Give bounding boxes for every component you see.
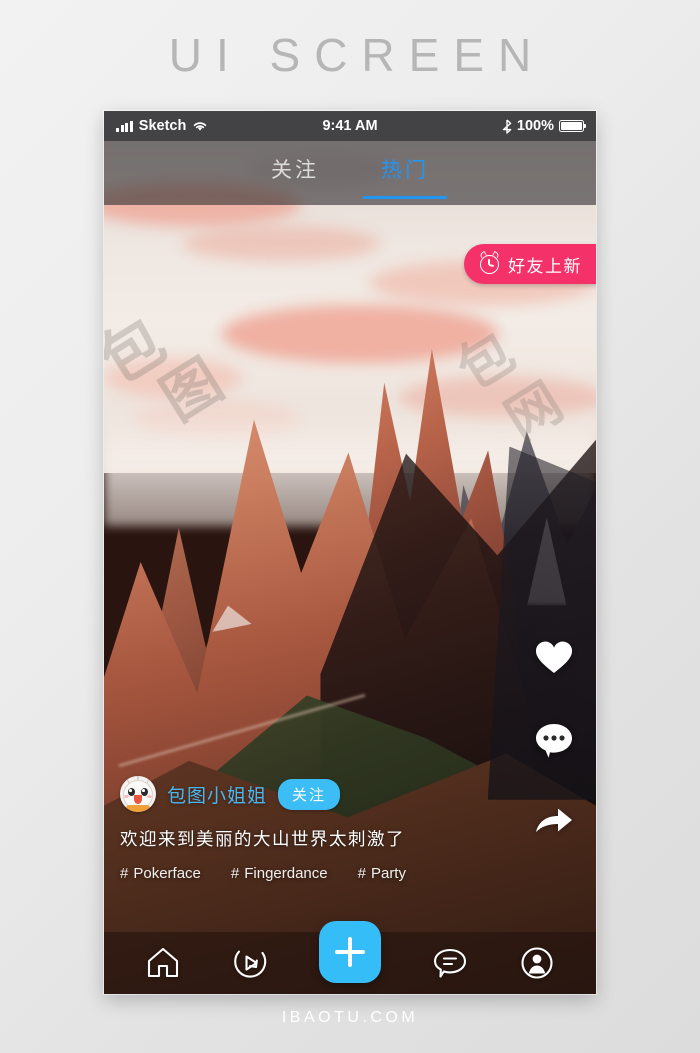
post-caption: 欢迎来到美丽的大山世界太刺激了 xyxy=(120,829,405,849)
home-icon[interactable] xyxy=(146,947,180,979)
hash-symbol: # xyxy=(230,865,240,882)
action-rail xyxy=(534,641,574,839)
cloud xyxy=(222,305,498,363)
create-post-button[interactable] xyxy=(318,921,381,983)
share-arrow-icon[interactable] xyxy=(534,807,574,839)
app-screen: 包 图 包 网 Sketch 9:41 AM 100% 关注 热门 好友上新 包… xyxy=(104,111,596,994)
page-title: UI SCREEN xyxy=(168,29,546,81)
friend-update-badge[interactable]: 好友上新 xyxy=(464,244,596,284)
post-info: 包图小姐姐 关注 欢迎来到美丽的大山世界太刺激了 # Pokerface # Fin… xyxy=(120,776,506,882)
friend-update-label: 好友上新 xyxy=(508,256,582,276)
cloud xyxy=(104,358,242,398)
battery-full-icon xyxy=(559,120,587,132)
username-label[interactable]: 包图小姐姐 xyxy=(167,781,267,808)
user-row: 包图小姐姐 关注 xyxy=(120,776,506,812)
hashtag-label: Party xyxy=(370,865,406,882)
hashtag-item[interactable]: # Fingerdance xyxy=(231,865,328,882)
hash-symbol: # xyxy=(357,865,366,882)
site-footer: IBAOTU.COM xyxy=(281,1009,419,1026)
tab-following[interactable]: 关注 xyxy=(271,154,319,193)
tab-trending[interactable]: 热门 xyxy=(381,154,429,193)
cloud xyxy=(182,225,380,262)
hashtag-list: # Pokerface # Fingerdance # Party xyxy=(120,865,506,882)
status-bar: Sketch 9:41 AM 100% xyxy=(104,111,596,141)
message-bubble-icon[interactable] xyxy=(433,947,467,979)
hashtag-item[interactable]: # Party xyxy=(358,865,406,882)
rabbit-avatar-icon[interactable] xyxy=(120,776,156,812)
person-icon[interactable] xyxy=(520,946,554,980)
hashtag-label: Pokerface xyxy=(133,865,201,882)
alarm-clock-icon xyxy=(479,250,500,274)
discover-play-icon[interactable] xyxy=(233,946,267,980)
bluetooth-icon xyxy=(502,118,512,134)
heart-icon[interactable] xyxy=(535,641,573,675)
comment-bubble-icon[interactable] xyxy=(535,723,573,759)
follow-button[interactable]: 关注 xyxy=(278,778,341,810)
hash-symbol: # xyxy=(120,865,129,882)
phone-mockup: 包 图 包 网 Sketch 9:41 AM 100% 关注 热门 好友上新 包… xyxy=(104,111,596,994)
status-bar-right: 100% xyxy=(502,118,587,134)
hashtag-label: Fingerdance xyxy=(244,865,328,882)
battery-percent-label: 100% xyxy=(516,118,554,134)
hashtag-item[interactable]: # Pokerface xyxy=(120,865,201,882)
tab-bar: 关注 热门 xyxy=(104,141,596,205)
bottom-nav-bar xyxy=(104,921,596,994)
